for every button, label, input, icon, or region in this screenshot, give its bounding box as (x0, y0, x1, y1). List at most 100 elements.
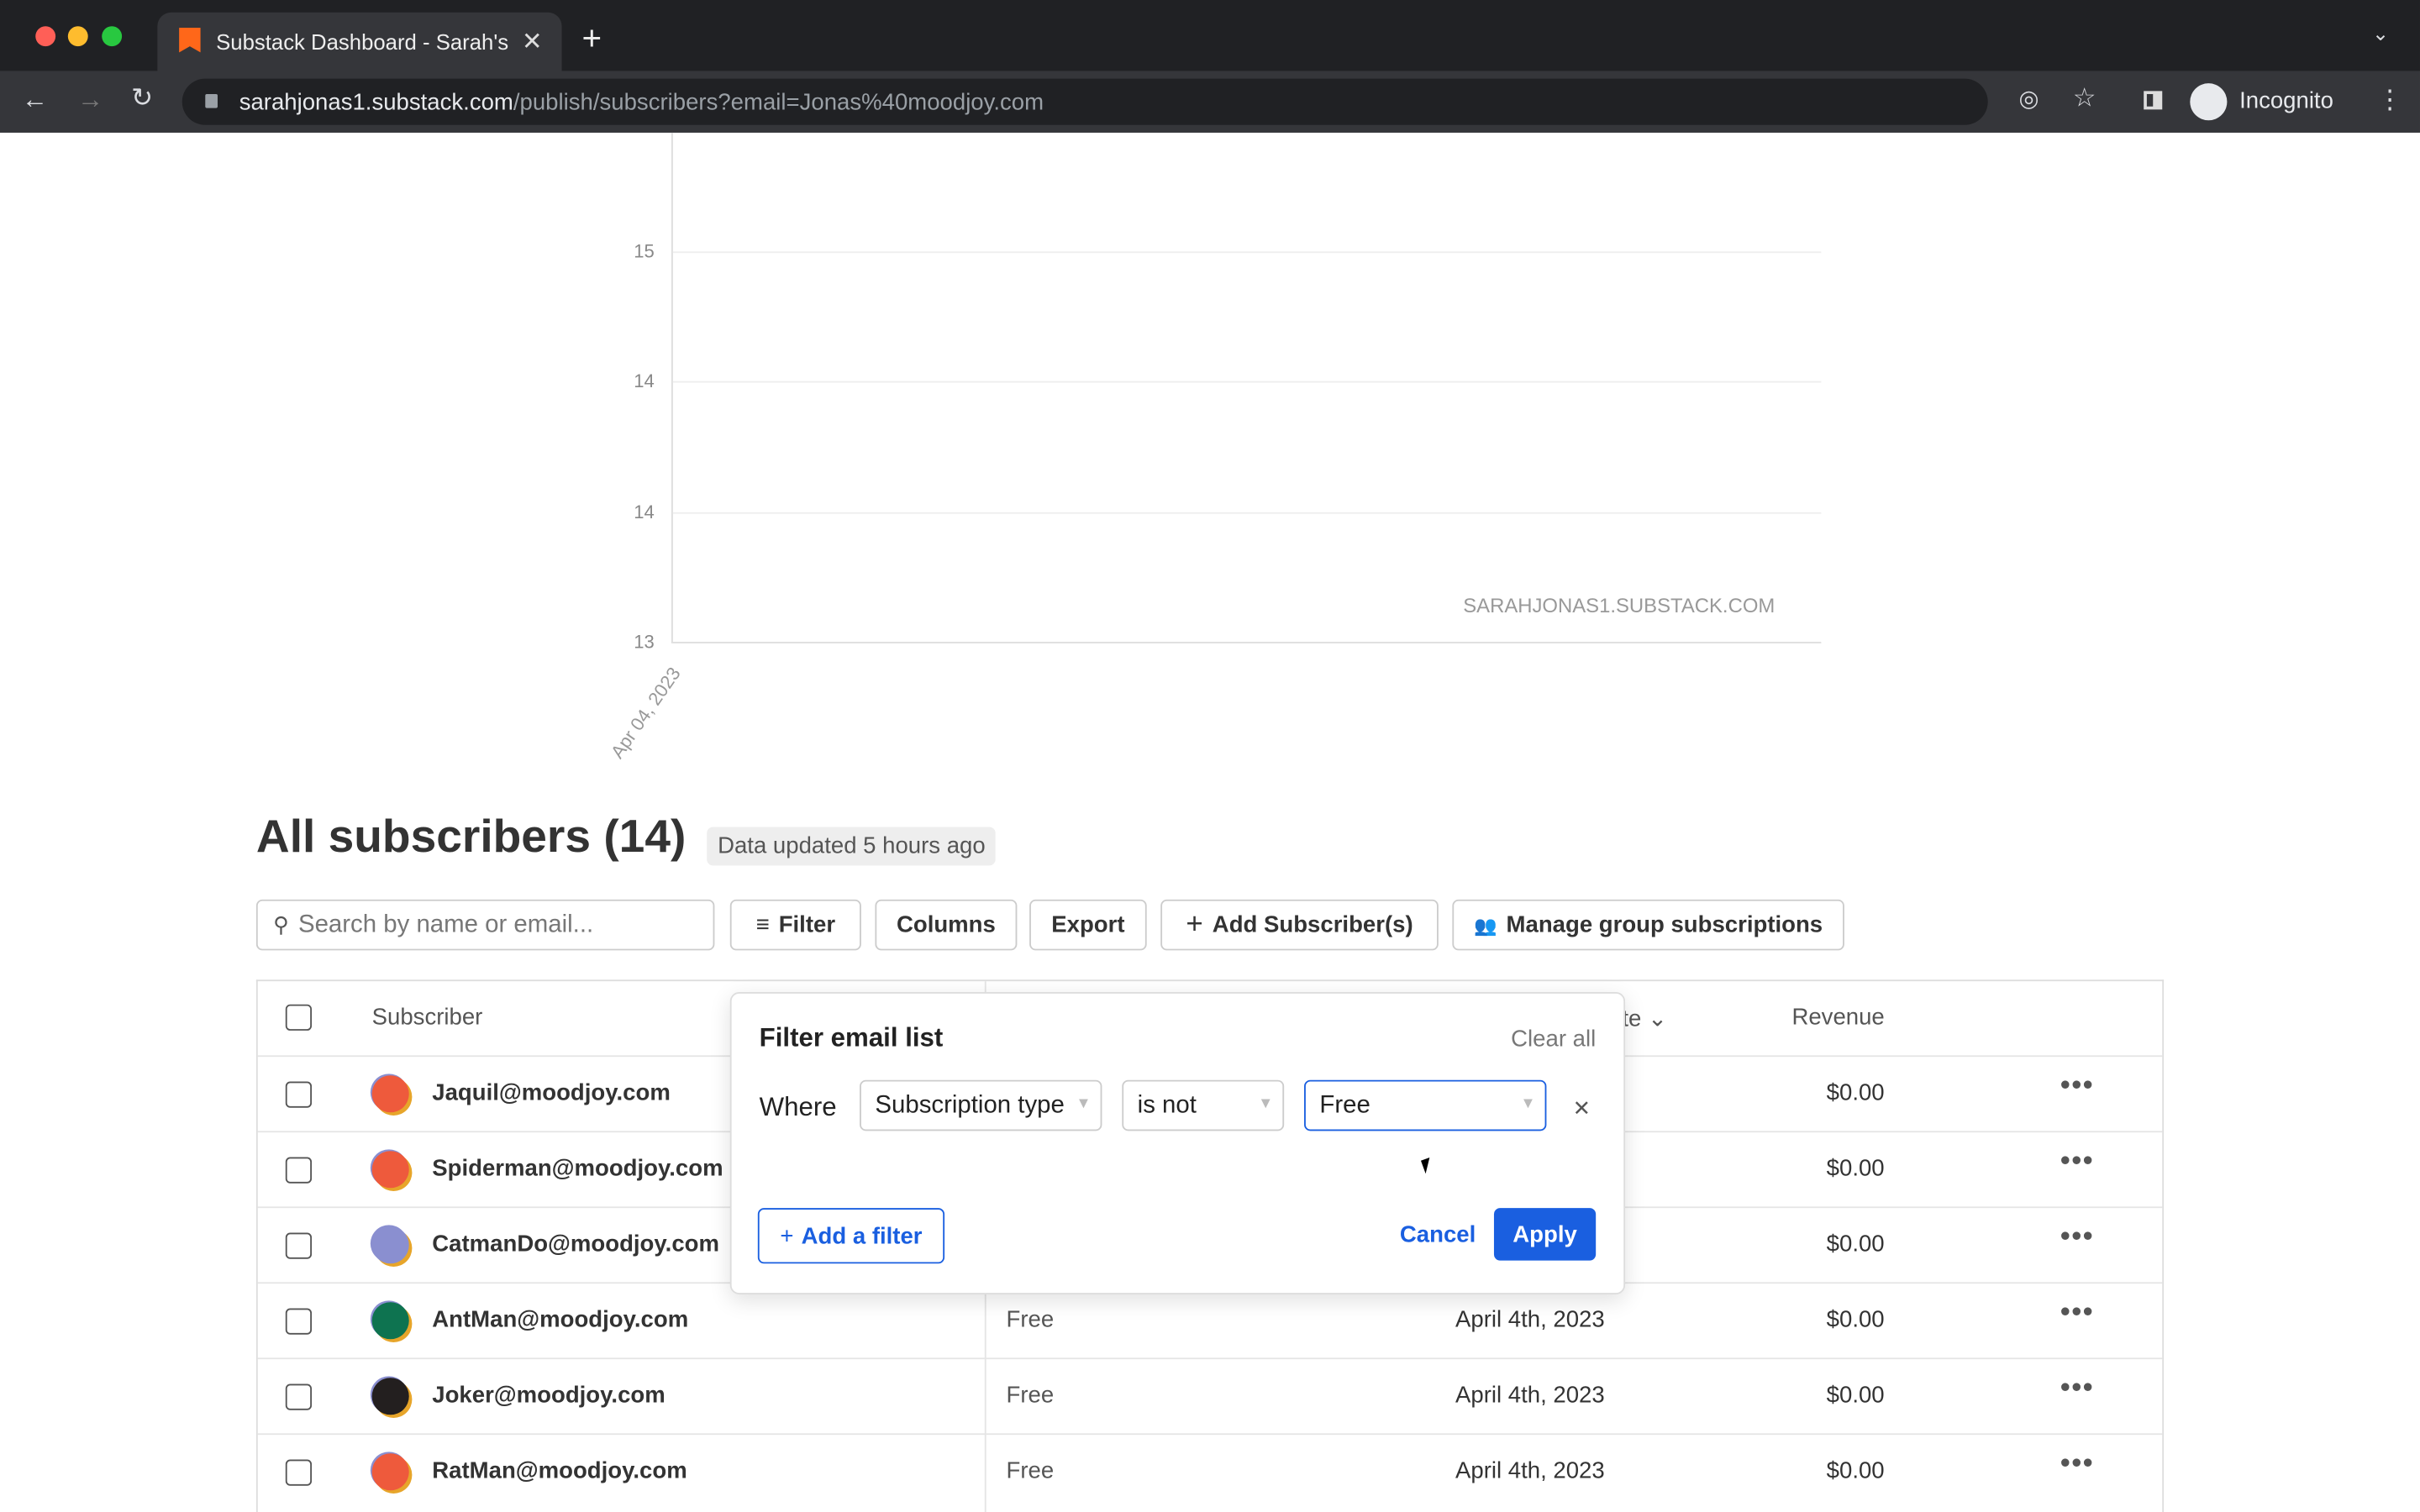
filter-popup: Filter email list Clear all Where Subscr… (729, 992, 1626, 1295)
y-tick-label: 14 (634, 501, 655, 523)
gridline (672, 381, 1822, 383)
row-checkbox[interactable] (285, 1308, 313, 1335)
avatar (371, 1302, 409, 1340)
columns-label: Columns (896, 911, 996, 938)
where-label: Where (759, 1092, 837, 1122)
clear-all-button[interactable]: Clear all (1511, 1026, 1596, 1052)
subscription-type: Free (1006, 1457, 1055, 1484)
y-tick-label: 14 (634, 370, 655, 392)
more-options-icon[interactable]: ••• (2060, 1221, 2094, 1253)
avatar (371, 1226, 409, 1264)
revenue: $0.00 (1826, 1155, 1885, 1182)
column-subscriber[interactable]: Subscriber (372, 1005, 483, 1031)
avatar (371, 1151, 409, 1189)
apply-button[interactable]: Apply (1493, 1208, 1597, 1261)
remove-filter-icon[interactable]: ✕ (1573, 1095, 1591, 1121)
tab-list-chevron-icon[interactable]: ⌄ (2372, 22, 2389, 46)
menu-icon[interactable]: ⋮ (2377, 85, 2403, 116)
subscriber-email[interactable]: Jaquil@moodjoy.com (432, 1080, 671, 1106)
value-value: Free (1319, 1092, 1370, 1119)
subscriber-email[interactable]: AntMan@moodjoy.com (432, 1307, 688, 1333)
operator-value: is not (1137, 1092, 1197, 1119)
back-icon[interactable]: ← (22, 85, 48, 116)
close-window-button[interactable] (35, 26, 56, 47)
more-options-icon[interactable]: ••• (2060, 1145, 2094, 1178)
revenue: $0.00 (1826, 1079, 1885, 1106)
page-title: All subscribers (14) (255, 811, 687, 863)
avatar (371, 1453, 409, 1491)
column-revenue[interactable]: Revenue (1791, 1005, 1884, 1031)
star-icon[interactable]: ☆ (2073, 83, 2096, 114)
url-host: sarahjonas1.substack.com (239, 89, 513, 116)
subscription-date: April 4th, 2023 (1455, 1306, 1605, 1333)
revenue: $0.00 (1826, 1457, 1885, 1484)
manage-group-button[interactable]: 👥 Manage group subscriptions (1452, 899, 1844, 951)
avatar (371, 1378, 409, 1415)
maximize-window-button[interactable] (102, 26, 123, 47)
plus-icon: + (780, 1222, 794, 1249)
operator-select[interactable]: is not ▼ (1122, 1079, 1285, 1131)
chart-watermark: SARAHJONAS1.SUBSTACK.COM (1463, 594, 1776, 617)
y-axis (671, 132, 673, 643)
row-checkbox[interactable] (285, 1081, 313, 1108)
browser-tab[interactable]: Substack Dashboard - Sarah's ✕ (157, 12, 562, 71)
more-options-icon[interactable]: ••• (2060, 1447, 2094, 1480)
filter-icon: ≡ (755, 911, 770, 938)
substack-logo-icon (179, 28, 201, 53)
lock-icon (205, 94, 218, 108)
filter-label: Filter (778, 911, 836, 938)
tab-title: Substack Dashboard - Sarah's (216, 29, 509, 55)
value-select[interactable]: Free ▼ (1304, 1079, 1547, 1131)
browser-toolbar: ← → ↻ sarahjonas1.substack.com/publish/s… (0, 71, 2420, 133)
close-tab-icon[interactable]: ✕ (522, 26, 543, 57)
field-value: Subscription type (875, 1092, 1065, 1119)
new-tab-icon[interactable]: + (581, 18, 602, 59)
browser-tab-bar: Substack Dashboard - Sarah's ✕ + ⌄ (0, 0, 2420, 71)
select-all-checkbox[interactable] (285, 1004, 313, 1031)
manage-group-label: Manage group subscriptions (1506, 911, 1823, 938)
caret-down-icon: ▼ (1076, 1095, 1092, 1113)
table-row[interactable]: RatMan@moodjoy.com Free April 4th, 2023 … (257, 1433, 2163, 1510)
row-checkbox[interactable] (285, 1157, 313, 1184)
row-checkbox[interactable] (285, 1232, 313, 1259)
y-tick-label: 15 (634, 240, 655, 263)
side-panel-icon[interactable] (2144, 91, 2163, 110)
export-label: Export (1051, 911, 1125, 938)
people-icon: 👥 (1474, 914, 1497, 936)
chevron-down-icon: ⌄ (1648, 1005, 1668, 1032)
avatar (371, 1075, 409, 1113)
subscriber-email[interactable]: CatmanDo@moodjoy.com (432, 1231, 719, 1257)
plus-icon: + (1186, 907, 1203, 941)
subscriber-email[interactable]: Spiderman@moodjoy.com (432, 1156, 723, 1182)
eye-off-icon[interactable]: ◎ (2018, 85, 2039, 113)
filter-popup-title: Filter email list (759, 1022, 944, 1053)
more-options-icon[interactable]: ••• (2060, 1069, 2094, 1102)
caret-down-icon: ▼ (1520, 1095, 1536, 1113)
address-bar[interactable]: sarahjonas1.substack.com/publish/subscri… (182, 78, 2096, 125)
cancel-button[interactable]: Cancel (1400, 1222, 1476, 1248)
row-checkbox[interactable] (285, 1459, 313, 1486)
x-axis (672, 642, 1822, 643)
column-date[interactable]: te ⌄ (1622, 1005, 1667, 1032)
forward-icon[interactable]: → (77, 85, 103, 116)
export-button[interactable]: Export (1029, 899, 1147, 951)
search-icon: ⚲ (273, 911, 289, 937)
subscription-date: April 4th, 2023 (1455, 1382, 1605, 1409)
row-checkbox[interactable] (285, 1383, 313, 1410)
profile-label[interactable]: Incognito (2239, 88, 2333, 114)
more-options-icon[interactable]: ••• (2060, 1372, 2094, 1404)
table-row[interactable]: Joker@moodjoy.com Free April 4th, 2023 $… (257, 1357, 2163, 1435)
subscriber-email[interactable]: Joker@moodjoy.com (432, 1383, 665, 1409)
filter-button[interactable]: ≡ Filter (729, 899, 861, 951)
add-filter-button[interactable]: + Add a filter (757, 1208, 945, 1264)
more-options-icon[interactable]: ••• (2060, 1296, 2094, 1329)
columns-button[interactable]: Columns (875, 899, 1018, 951)
search-input[interactable]: ⚲ Search by name or email... (255, 899, 715, 951)
subscriber-email[interactable]: RatMan@moodjoy.com (432, 1458, 687, 1484)
field-select[interactable]: Subscription type ▼ (860, 1079, 1102, 1131)
revenue: $0.00 (1826, 1382, 1885, 1409)
revenue: $0.00 (1826, 1231, 1885, 1257)
minimize-window-button[interactable] (67, 26, 88, 47)
add-subscriber-button[interactable]: + Add Subscriber(s) (1160, 899, 1439, 951)
reload-icon[interactable]: ↻ (131, 83, 153, 114)
